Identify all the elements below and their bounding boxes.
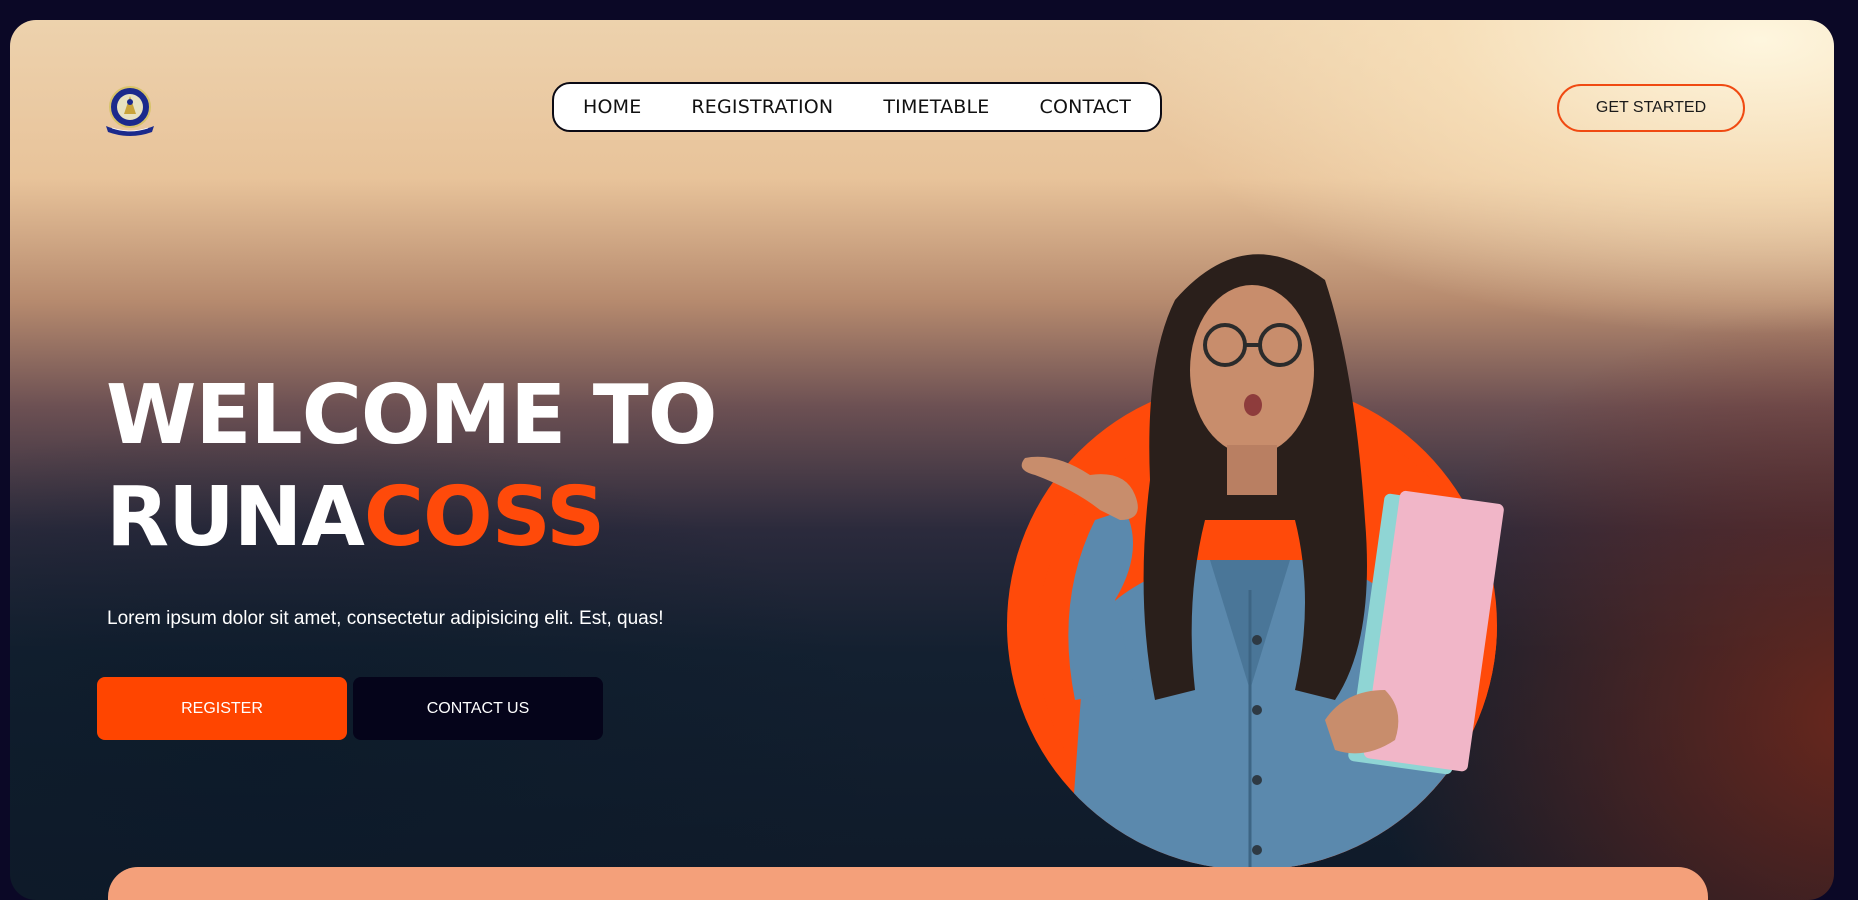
contact-us-button[interactable]: CONTACT US [353,677,603,740]
register-button[interactable]: REGISTER [97,677,347,740]
get-started-button[interactable]: GET STARTED [1557,84,1745,132]
student-with-books-image [1007,254,1504,870]
nav-timetable[interactable]: TIMETABLE [883,96,989,118]
next-section-card [108,867,1708,900]
hero-subtitle: Lorem ipsum dolor sit amet, consectetur … [107,608,664,629]
hero-title-accent: COSS [363,470,605,565]
nav-registration[interactable]: REGISTRATION [691,96,833,118]
hero-title-line1: WELCOME TO [106,368,717,463]
hero-title-main: RUNA [106,470,365,565]
hero-title: WELCOME TO RUNACOSS [106,365,717,569]
university-crest-icon[interactable] [98,82,162,138]
nav-home[interactable]: HOME [583,96,641,118]
main-nav: HOME REGISTRATION TIMETABLE CONTACT [552,82,1162,132]
page-frame: HOME REGISTRATION TIMETABLE CONTACT GET … [10,20,1834,900]
nav-contact[interactable]: CONTACT [1040,96,1132,118]
